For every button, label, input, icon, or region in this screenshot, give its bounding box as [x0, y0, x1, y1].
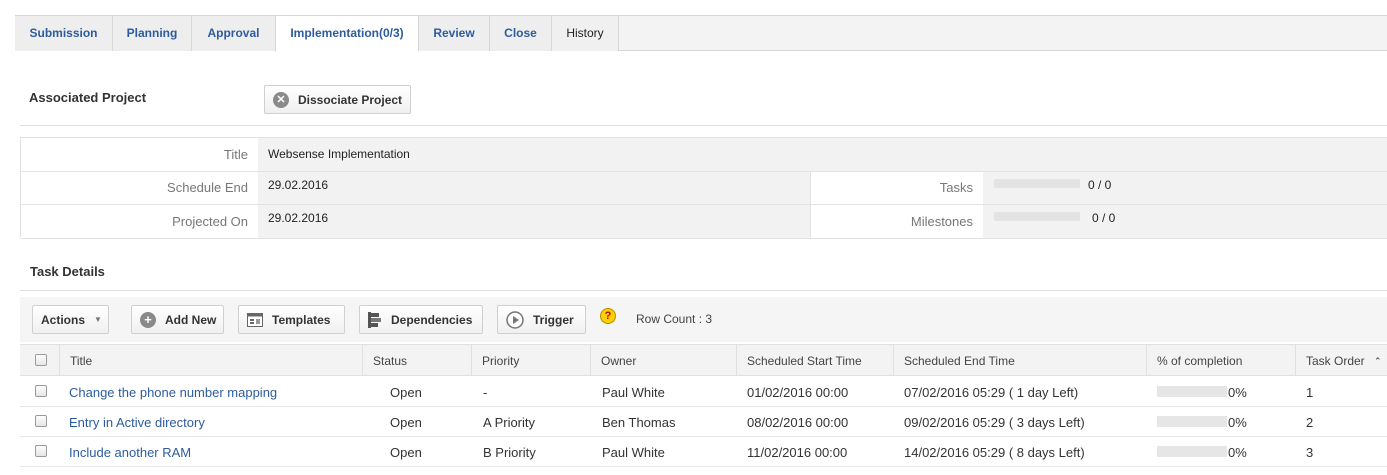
task-status: Open: [390, 415, 422, 430]
help-icon[interactable]: ?: [600, 308, 616, 324]
row-checkbox[interactable]: [35, 415, 47, 427]
task-start: 01/02/2016 00:00: [747, 385, 849, 400]
schedule-end-value: 29.02.2016: [258, 172, 810, 205]
task-end: 14/02/2016 05:29 ( 8 days Left): [904, 445, 1085, 460]
tasks-label: Tasks: [810, 172, 983, 205]
close-icon: ✕: [273, 91, 289, 108]
trigger-label: Trigger: [533, 312, 574, 327]
add-new-button[interactable]: + Add New: [131, 305, 224, 334]
milestones-cell: 0 / 0: [983, 205, 1387, 239]
task-owner: Ben Thomas: [602, 415, 676, 430]
task-completion: 0%: [1228, 445, 1247, 460]
row-checkbox[interactable]: [35, 385, 47, 397]
schedule-end-label: Schedule End: [21, 172, 258, 205]
task-order: 1: [1306, 385, 1314, 400]
column-header-scheduled-start[interactable]: Scheduled Start Time: [736, 345, 893, 376]
milestones-value: 0 / 0: [1092, 211, 1116, 225]
projected-on-value: 29.02.2016: [258, 205, 810, 239]
column-header-scheduled-end[interactable]: Scheduled End Time: [893, 345, 1146, 376]
tasks-value: 0 / 0: [1088, 178, 1112, 192]
dissociate-project-button[interactable]: ✕ Dissociate Project: [264, 85, 411, 114]
table-header: Title Status Priority Owner Scheduled St…: [20, 344, 1387, 376]
task-end: 09/02/2016 05:29 ( 3 days Left): [904, 415, 1085, 430]
column-header-owner[interactable]: Owner: [590, 345, 736, 376]
chevron-down-icon: ▼: [94, 315, 102, 324]
milestones-label: Milestones: [810, 205, 983, 239]
task-order: 3: [1306, 445, 1314, 460]
task-title-link[interactable]: Entry in Active directory: [59, 407, 205, 436]
dependencies-icon: [368, 311, 382, 328]
row-count: Row Count : 3: [636, 312, 713, 326]
task-priority: B Priority: [483, 445, 536, 460]
tab-approval[interactable]: Approval: [191, 15, 275, 51]
tab-submission[interactable]: Submission: [15, 15, 112, 51]
task-status: Open: [390, 445, 422, 460]
templates-label: Templates: [272, 312, 331, 327]
project-info-table: Title Websense Implementation Schedule E…: [20, 137, 1387, 239]
plus-icon: +: [140, 311, 156, 328]
tab-review[interactable]: Review: [418, 15, 489, 51]
actions-dropdown[interactable]: Actions ▼: [32, 305, 109, 334]
completion-bar: [1157, 386, 1227, 397]
tab-history[interactable]: History: [551, 15, 619, 51]
task-completion: 0%: [1228, 385, 1247, 400]
column-header-status[interactable]: Status: [362, 345, 471, 376]
column-header-task-order[interactable]: Task Order ⌃: [1295, 345, 1387, 376]
table-row: Entry in Active directory Open A Priorit…: [20, 407, 1387, 437]
tab-bar: Submission Planning Approval Implementat…: [15, 15, 1387, 52]
task-title-link[interactable]: Change the phone number mapping: [59, 377, 277, 406]
task-details-heading: Task Details: [30, 264, 105, 279]
template-icon: [247, 312, 263, 327]
select-all-cell: [20, 345, 59, 376]
title-value: Websense Implementation: [258, 138, 1387, 172]
play-icon: [506, 310, 524, 329]
task-title-link[interactable]: Include another RAM: [59, 437, 191, 466]
task-start: 11/02/2016 00:00: [747, 445, 848, 460]
dependencies-label: Dependencies: [391, 312, 473, 327]
task-owner: Paul White: [602, 445, 665, 460]
completion-bar: [1157, 416, 1227, 427]
table-row: Change the phone number mapping Open - P…: [20, 377, 1387, 407]
actions-label: Actions: [41, 312, 86, 327]
completion-bar: [1157, 446, 1227, 457]
task-order-label: Task Order: [1306, 354, 1365, 368]
divider: [20, 125, 1387, 126]
table-row: Include another RAM Open B Priority Paul…: [20, 437, 1387, 467]
column-header-priority[interactable]: Priority: [471, 345, 590, 376]
dissociate-project-label: Dissociate Project: [298, 92, 403, 107]
tasks-cell: 0 / 0: [983, 172, 1387, 205]
task-order: 2: [1306, 415, 1314, 430]
tab-planning[interactable]: Planning: [112, 15, 191, 51]
add-new-label: Add New: [165, 312, 217, 327]
task-owner: Paul White: [602, 385, 665, 400]
column-header-completion[interactable]: % of completion: [1146, 345, 1295, 376]
sort-icon[interactable]: ⌃: [1374, 345, 1382, 378]
task-status: Open: [390, 385, 422, 400]
trigger-button[interactable]: Trigger: [497, 305, 586, 334]
row-checkbox[interactable]: [35, 445, 47, 457]
milestones-progress-bar: [994, 212, 1080, 221]
projected-on-label: Projected On: [21, 205, 258, 239]
select-all-checkbox[interactable]: [35, 354, 47, 366]
title-label: Title: [21, 138, 258, 172]
task-priority: A Priority: [483, 415, 536, 430]
task-priority: -: [483, 385, 488, 400]
templates-button[interactable]: Templates: [238, 305, 345, 334]
tab-close[interactable]: Close: [489, 15, 551, 51]
task-end: 07/02/2016 05:29 ( 1 day Left): [904, 385, 1079, 400]
task-start: 08/02/2016 00:00: [747, 415, 849, 430]
tab-implementation[interactable]: Implementation(0/3): [275, 15, 418, 52]
tasks-progress-bar: [994, 179, 1080, 188]
column-header-title[interactable]: Title: [59, 345, 362, 376]
task-completion: 0%: [1228, 415, 1247, 430]
dependencies-button[interactable]: Dependencies: [359, 305, 483, 334]
divider: [20, 290, 1387, 291]
associated-project-heading: Associated Project: [29, 90, 147, 105]
